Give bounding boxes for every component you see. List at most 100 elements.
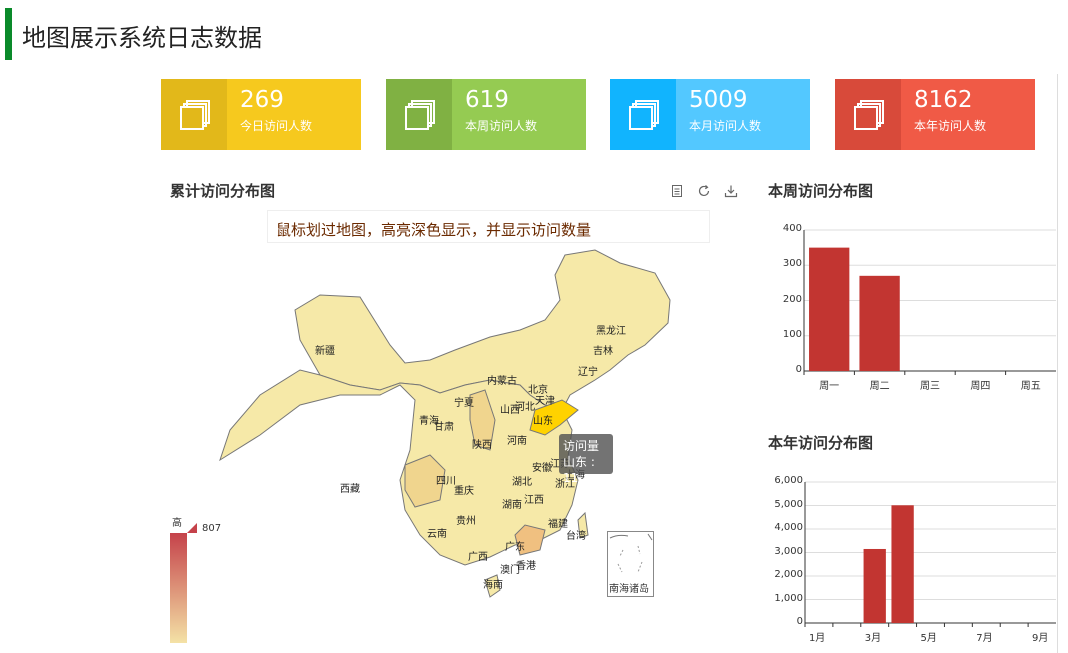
province-label: 广西 — [468, 552, 488, 563]
weekly-bar-chart: 0 100 200 300 400 周一 周二 周三 周四 周五 — [770, 222, 1060, 397]
bar[interactable] — [859, 275, 900, 371]
yearly-chart-title: 本年访问分布图 — [768, 434, 874, 452]
header-accent-bar — [5, 8, 12, 60]
y-tick-label: 6,000 — [774, 475, 803, 486]
tooltip-title: 访问量 — [563, 439, 600, 453]
stack-icon — [629, 100, 659, 130]
province-label: 湖南 — [502, 500, 522, 511]
download-icon[interactable] — [724, 183, 738, 198]
stat-value: 619 — [465, 87, 509, 113]
x-tick-label: 1月 — [808, 633, 826, 644]
x-tick-label: 周四 — [970, 381, 991, 392]
tooltip-value: 山东 : 11 — [563, 455, 595, 485]
province-label: 山西 — [500, 405, 520, 416]
province-label: 陕西 — [472, 440, 492, 451]
weekly-svg — [803, 229, 1056, 375]
stack-icon — [405, 100, 435, 130]
stat-label: 本年访问人数 — [914, 119, 987, 133]
map-toolbox — [670, 183, 746, 202]
page: 地图展示系统日志数据 269 今日访问人数 619 本周访问人数 5009 本月访问人数 8… — [0, 0, 1068, 653]
map-hint-box: 鼠标划过地图，高亮深色显示，并显示访问数量 — [267, 210, 710, 243]
province-label: 湖北 — [512, 477, 532, 488]
stat-card: 8162 本年访问人数 — [835, 79, 1035, 150]
y-tick-label: 300 — [782, 258, 802, 270]
y-tick-label: 5,000 — [774, 498, 803, 510]
x-tick-label: 3月 — [864, 633, 882, 644]
province-label: 宁夏 — [454, 398, 474, 409]
y-tick-label: 400 — [782, 223, 802, 234]
data-view-icon[interactable] — [670, 183, 684, 197]
stat-icon-area — [161, 79, 227, 150]
stat-icon-area — [835, 79, 901, 150]
legend-high-label: 高 — [172, 518, 182, 529]
province-label: 黑龙江 — [596, 326, 626, 337]
page-title: 地图展示系统日志数据 — [22, 24, 262, 52]
province-label: 重庆 — [454, 486, 474, 497]
province-label: 内蒙古 — [487, 376, 517, 387]
province-label: 贵州 — [456, 516, 476, 527]
province-label: 新疆 — [315, 346, 335, 357]
stat-icon-area — [386, 79, 452, 150]
stack-icon — [854, 100, 884, 130]
province-label: 海南 — [483, 580, 503, 591]
province-label: 广东 — [505, 542, 525, 553]
province-label: 河南 — [507, 436, 527, 447]
inset-label: 南海诸岛 — [609, 584, 649, 595]
x-tick-label: 7月 — [976, 633, 993, 644]
legend-handle[interactable] — [187, 523, 197, 533]
x-tick-label: 5月 — [920, 633, 937, 644]
bar[interactable] — [891, 505, 914, 623]
province-label: 山东 — [533, 416, 553, 427]
province-label: 西藏 — [340, 484, 360, 495]
y-tick-label: 4,000 — [774, 522, 803, 533]
province-label: 江西 — [524, 495, 544, 506]
province-label: 安徽 — [532, 463, 552, 474]
stat-label: 今日访问人数 — [240, 119, 313, 133]
province-label: 辽宁 — [578, 367, 598, 378]
stat-value: 5009 — [689, 87, 748, 113]
south-china-sea-inset: 南海诸岛 — [607, 531, 654, 597]
x-tick-label: 周一 — [819, 381, 840, 392]
map-tooltip: 访问量 山东 : 11 — [559, 434, 613, 485]
y-tick-label: 2,000 — [774, 569, 803, 580]
x-tick-label: 周二 — [869, 381, 890, 392]
stat-card: 5009 本月访问人数 — [610, 79, 810, 150]
stat-card: 619 本周访问人数 — [386, 79, 586, 150]
inset-dashes — [609, 533, 653, 573]
stat-icon-area — [610, 79, 676, 150]
x-tick-label: 9月 — [1032, 633, 1049, 644]
y-tick-label: 0 — [795, 364, 802, 375]
legend-max-value: 807 — [202, 523, 222, 534]
province-label: 天津 — [535, 396, 555, 407]
bar[interactable] — [809, 247, 850, 371]
x-tick-label: 周五 — [1020, 381, 1041, 392]
y-tick-label: 0 — [796, 616, 803, 627]
stat-label: 本周访问人数 — [465, 119, 538, 133]
y-tick-label: 100 — [782, 328, 802, 340]
y-tick-label: 200 — [782, 293, 802, 305]
province-label: 吉林 — [593, 346, 613, 357]
y-tick-label: 3,000 — [774, 545, 803, 557]
yearly-svg — [804, 481, 1056, 627]
province-label: 澳门 — [500, 565, 520, 576]
province-label: 云南 — [427, 529, 447, 540]
province-label: 甘肃 — [434, 422, 454, 433]
bar[interactable] — [863, 548, 886, 623]
province-label: 四川 — [436, 476, 456, 487]
province-label: 福建 — [548, 519, 568, 530]
province-label: 台湾 — [566, 531, 586, 542]
visual-map-legend[interactable] — [170, 533, 187, 643]
stat-card: 269 今日访问人数 — [161, 79, 361, 150]
yearly-bar-chart: 0 1,000 2,000 3,000 4,000 5,000 6,000 1月 3月 5月 7月 9… — [760, 474, 1060, 649]
weekly-chart-title: 本周访问分布图 — [768, 182, 874, 200]
x-tick-label: 周三 — [920, 381, 940, 392]
stat-value: 8162 — [914, 87, 973, 113]
stat-value: 269 — [240, 87, 284, 113]
map-section-title: 累计访问分布图 — [170, 182, 276, 200]
y-tick-label: 1,000 — [774, 592, 803, 604]
stat-label: 本月访问人数 — [689, 119, 762, 133]
map-hint-text: 鼠标划过地图，高亮深色显示，并显示访问数量 — [276, 221, 592, 239]
refresh-icon[interactable] — [697, 183, 711, 197]
header: 地图展示系统日志数据 — [0, 8, 1068, 60]
stack-icon — [180, 100, 210, 130]
